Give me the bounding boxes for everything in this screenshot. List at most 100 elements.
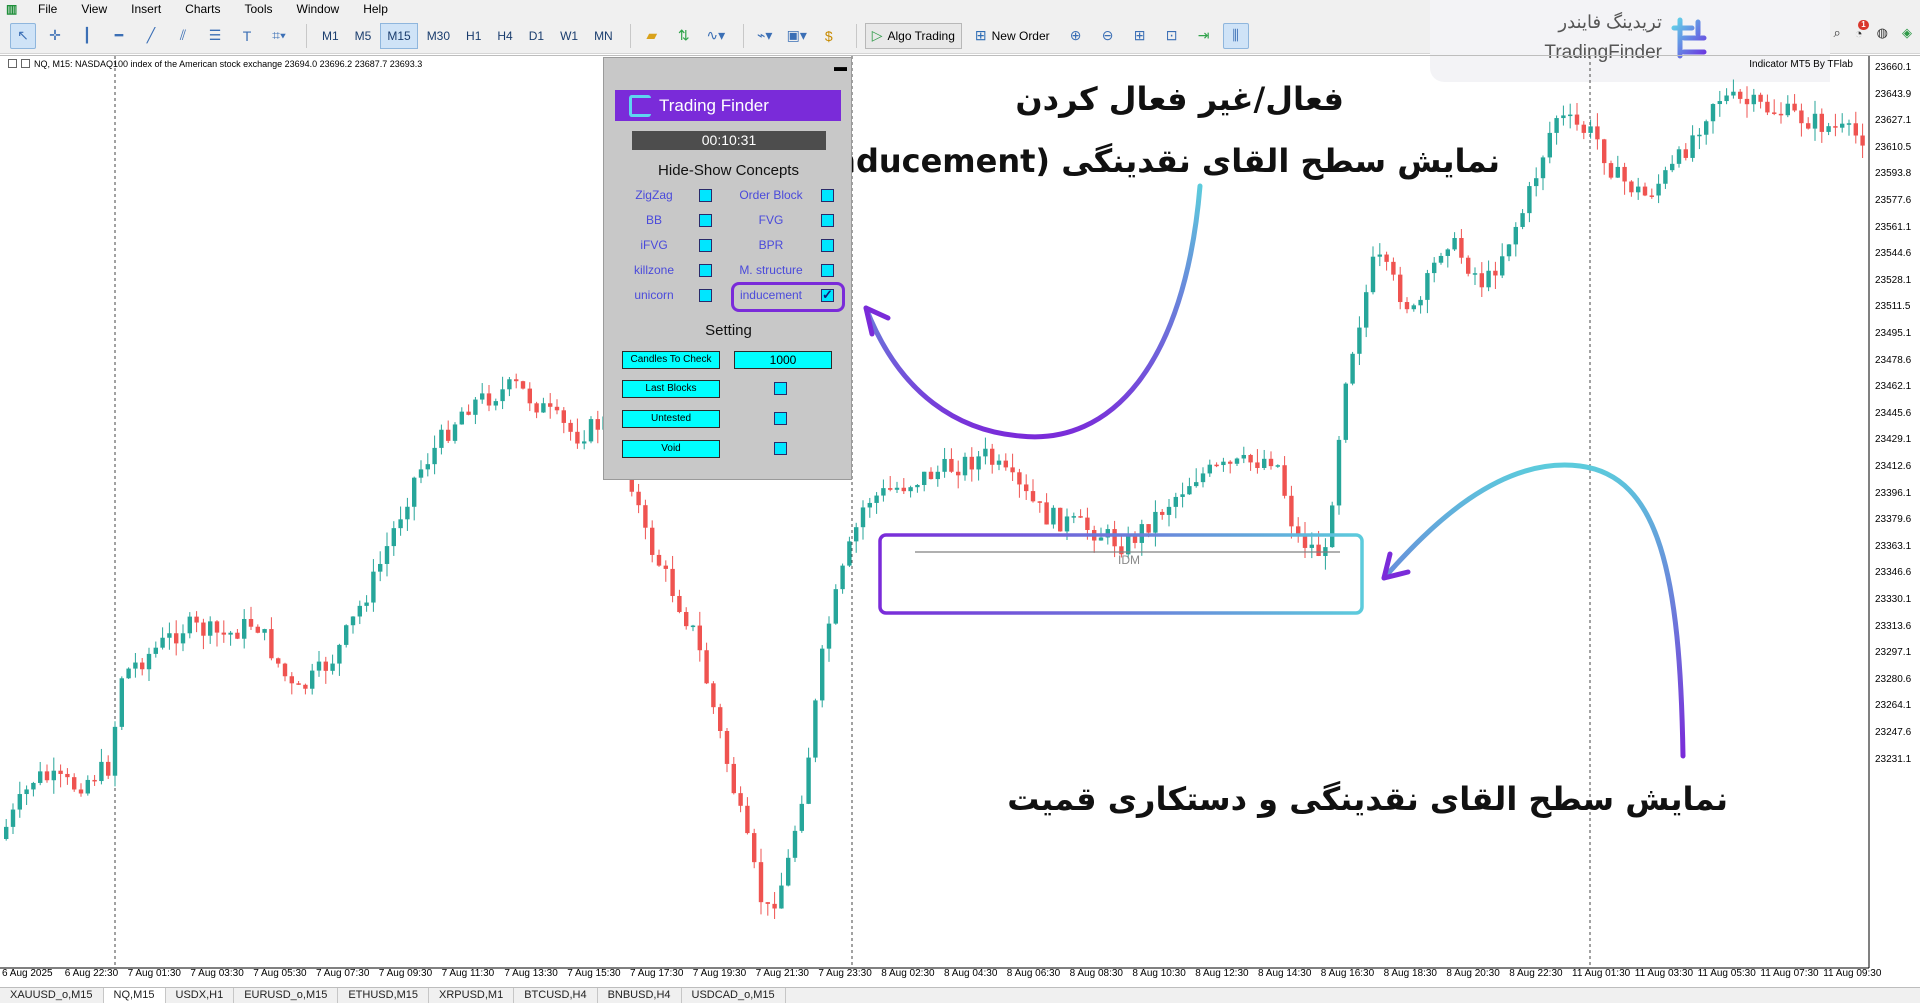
candle-body [881,488,886,496]
time-tick-label: 11 Aug 05:30 [1697,968,1756,979]
timeframe-m1-button[interactable]: M1 [315,23,346,49]
menu-tools[interactable]: Tools [235,0,287,18]
candle-body [1146,524,1151,533]
candle-body [1622,166,1627,182]
search-icon[interactable]: ⌕ [1834,25,1841,41]
tab-ethusd[interactable]: ETHUSD,M15 [338,988,430,1003]
timeframe-w1-button[interactable]: W1 [553,23,585,49]
timeframe-mn-button[interactable]: MN [587,23,620,49]
candles-to-check-input[interactable]: 1000 [734,351,832,369]
concept-checkbox-bpr[interactable] [821,239,834,252]
candle-body [1037,501,1042,503]
notifications-icon[interactable]: ◔ 1 [1855,19,1869,41]
crosshair-icon[interactable]: ✛ [42,23,68,49]
concept-checkbox-fvg[interactable] [821,214,834,227]
candle-body [133,662,138,669]
concept-checkbox-ifvg[interactable] [699,239,712,252]
text-tool-icon[interactable]: T [234,23,260,49]
shapes-icon[interactable]: ⌗▾ [266,23,292,49]
candle-body [915,484,920,488]
concept-checkbox-zigzag[interactable] [699,189,712,202]
tab-usdx[interactable]: USDX,H1 [166,988,235,1003]
zoom-in-icon[interactable]: ⊕ [1063,23,1089,49]
price-chart[interactable]: IDM NQ, M15: NASDAQ100 index of the Amer… [0,55,1920,987]
timeframe-m30-button[interactable]: M30 [420,23,457,49]
tab-xrpusd[interactable]: XRPUSD,M1 [429,988,515,1003]
candle-body [439,429,444,448]
indicators-icon[interactable]: ∿▾ [703,23,729,49]
horizontal-line-icon[interactable]: ━ [106,23,132,49]
timeframe-m5-button[interactable]: M5 [348,23,379,49]
toolbar-divider [742,23,744,48]
concept-checkbox-bb[interactable] [699,214,712,227]
candles-to-check-button[interactable]: Candles To Check [622,351,720,369]
folder-icon[interactable]: ▰ [639,23,665,49]
tab-eurusd[interactable]: EURUSD_o,M15 [234,988,339,1003]
timeframe-m15-button[interactable]: M15 [380,22,418,49]
autoscroll-icon[interactable]: ⊡ [1159,23,1185,49]
price-tick-label: 23445.6 [1875,407,1912,419]
chart-toggle-icon[interactable] [21,59,30,68]
candle-body [697,625,702,651]
algo-trading-button[interactable]: ▷ Algo Trading [864,22,962,49]
untested-button[interactable]: Untested [622,410,720,428]
time-tick-label: 8 Aug 06:30 [1006,968,1061,979]
candle-body [153,647,158,654]
split-view-icon[interactable]: ⫼ [1222,22,1249,49]
candle-body [1513,226,1518,245]
market-watch-icon[interactable]: ⇅ [671,23,697,49]
candle-body [928,471,934,480]
candle-body [119,678,124,727]
tab-btcusd[interactable]: BTCUSD,H4 [514,988,598,1003]
candle-body [1350,353,1355,384]
void-button[interactable]: Void [622,440,720,458]
last-blocks-button[interactable]: Last Blocks [622,380,720,398]
candle-body [255,626,260,633]
signal-icon[interactable]: ◈ [1902,25,1912,41]
chart-shift-icon[interactable]: ⇥ [1191,23,1217,49]
tab-nq[interactable]: NQ,M15 [103,988,166,1003]
fibonacci-icon[interactable]: ☰ [202,23,228,49]
candle-body [1792,103,1797,111]
concept-checkbox-killzone[interactable] [699,264,712,277]
grid-icon[interactable]: ⊞ [1127,23,1153,49]
dollar-icon[interactable]: $ [816,23,842,49]
chart-menu-icon[interactable] [8,59,17,68]
concept-checkbox-unicorn[interactable] [699,289,712,302]
trend-line-icon[interactable]: ╱ [138,23,164,49]
account-icon[interactable]: ◍ [1877,25,1888,41]
new-order-button[interactable]: ⊞ New Order [968,23,1057,49]
vertical-line-icon[interactable]: ┃ [74,23,100,49]
last-blocks-checkbox[interactable] [774,382,787,395]
price-tick-label: 23297.1 [1875,647,1912,659]
timeframe-h4-button[interactable]: H4 [490,23,519,49]
concept-checkbox-order-block[interactable] [821,189,834,202]
menu-view[interactable]: View [71,0,121,18]
price-tick-label: 23478.6 [1875,354,1912,366]
tab-bnbusd[interactable]: BNBUSD,H4 [598,988,682,1003]
menu-insert[interactable]: Insert [121,0,175,18]
tab-usdcad[interactable]: USDCAD_o,M15 [682,988,786,1003]
minimize-icon[interactable]: ▬ [834,59,847,74]
candle-body [350,616,356,626]
timeframe-d1-button[interactable]: D1 [522,23,551,49]
void-checkbox[interactable] [774,442,787,455]
candle-body [160,637,165,648]
tab-xauusd[interactable]: XAUUSD_o,M15 [0,988,104,1003]
templates-icon[interactable]: ▣▾ [784,23,810,49]
menu-window[interactable]: Window [287,0,354,18]
chart-type-icon[interactable]: ⌁▾ [752,23,778,49]
channel-icon[interactable]: ⫽ [170,23,196,49]
zoom-out-icon[interactable]: ⊖ [1095,23,1121,49]
concept-checkbox-market-structure[interactable] [821,264,834,277]
candle-body [1806,123,1811,129]
menu-charts[interactable]: Charts [175,0,234,18]
candle-body [221,632,226,635]
menu-file[interactable]: File [28,0,71,18]
candle-body [248,618,254,627]
candle-body [1459,238,1464,258]
cursor-icon[interactable]: ↖ [10,22,36,49]
timeframe-h1-button[interactable]: H1 [459,23,488,49]
untested-checkbox[interactable] [774,412,787,425]
menu-help[interactable]: Help [353,0,402,18]
